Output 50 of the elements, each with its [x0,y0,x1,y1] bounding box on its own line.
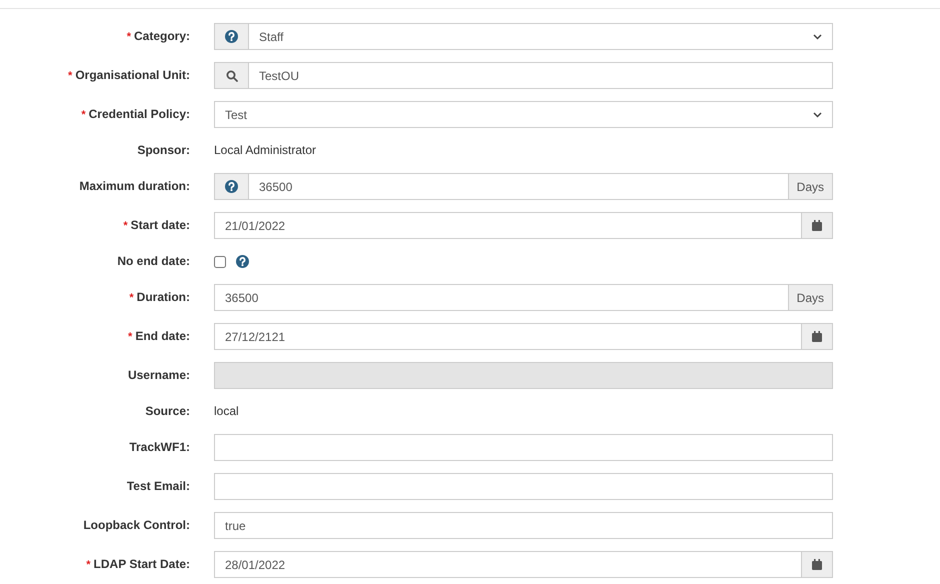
required-marker: * [129,292,134,304]
field-label: End date: [135,329,190,343]
calendar-button[interactable] [802,551,833,578]
help-icon[interactable] [225,180,238,193]
field-label: Source: [145,404,190,418]
required-marker: * [86,559,91,571]
field-label: Test Email: [126,479,190,493]
field-label: Username: [128,368,190,382]
calendar-icon [812,559,822,570]
input-field[interactable]: TestOU [248,62,833,89]
required-marker: * [128,331,132,343]
select-field[interactable]: Test [214,101,833,128]
input-field[interactable]: 36500 [248,173,789,200]
input-field[interactable] [214,434,833,461]
required-marker: * [123,220,128,232]
chevron-down-icon [813,112,822,118]
required-marker: * [81,109,86,121]
input-field[interactable]: 21/01/2022 [214,212,802,239]
required-marker: * [68,70,72,82]
search-icon [226,70,238,82]
field-label: Organisational Unit: [75,68,190,82]
field-label: Credential Policy: [88,107,190,121]
unit-label: Days [788,284,833,311]
calendar-icon [812,220,822,231]
field-label: LDAP Start Date: [94,557,190,571]
checkbox[interactable] [214,256,226,268]
input-field[interactable]: 36500 [214,284,789,311]
help-icon[interactable] [236,255,249,268]
field-value: Local Administrator [214,142,318,159]
help-icon[interactable] [225,30,238,43]
field-label: Category: [134,29,190,43]
input-field[interactable]: 28/01/2022 [214,551,802,578]
select-field[interactable]: Staff [248,23,833,50]
chevron-down-icon [813,34,822,40]
input-field[interactable] [214,473,833,500]
field-value: local [214,403,240,420]
field-label: Loopback Control: [83,518,190,532]
required-marker: * [126,31,131,43]
field-label: TrackWF1: [129,440,190,454]
field-label: Sponsor: [137,143,190,157]
field-label: Start date: [130,218,190,232]
calendar-button[interactable] [802,323,833,350]
calendar-icon [812,331,822,342]
calendar-button[interactable] [802,212,833,239]
input-field[interactable]: true [214,512,833,539]
unit-label: Days [788,173,833,200]
input-field[interactable]: 27/12/2121 [214,323,802,350]
field-label: No end date: [117,254,190,268]
field-label: Duration: [136,290,190,304]
field-label: Maximum duration: [79,179,190,193]
